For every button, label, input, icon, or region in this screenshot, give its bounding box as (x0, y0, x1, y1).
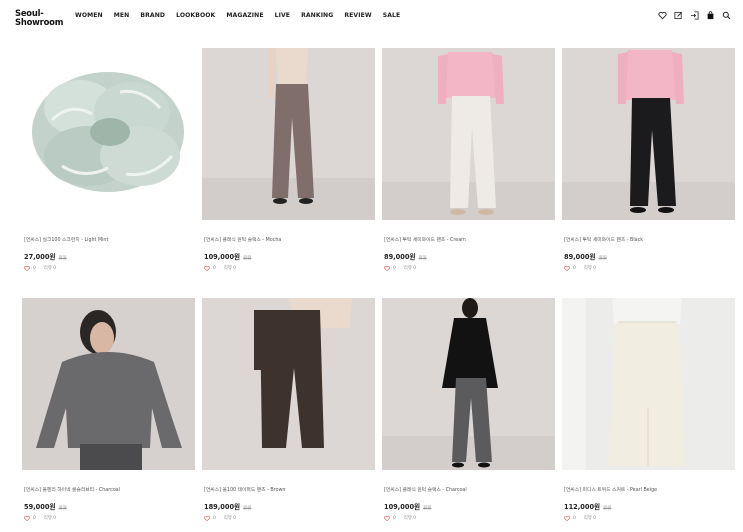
login-icon[interactable] (690, 10, 699, 20)
product-image[interactable] (382, 298, 555, 470)
like-icon[interactable] (24, 515, 30, 521)
search-icon[interactable] (722, 10, 731, 20)
nav-live[interactable]: LIVE (275, 12, 290, 19)
product-name[interactable]: [언씨스] 울헨리 하이넥 롱슬리브티 - Charcoal (24, 486, 120, 493)
original-price: 원원 (423, 506, 432, 511)
like-count: 0 (33, 515, 36, 521)
review-count: 리뷰 0 (223, 516, 237, 521)
like-count: 0 (213, 515, 216, 521)
nav-men[interactable]: MEN (114, 12, 130, 19)
review-count: 리뷰 0 (403, 516, 417, 521)
price-row: 112,000원 원원 (564, 501, 611, 511)
product-meta: 0 리뷰 0 (24, 515, 56, 521)
product-name[interactable]: [언씨스] 클래식 원턱 슬랙스 - Mocha (204, 236, 281, 243)
site-logo[interactable]: Seoul- Showroom (15, 9, 63, 27)
price-row: 89,000원 원원 (384, 251, 427, 261)
product-name[interactable]: [언씨스] 울100 테이퍼드 팬츠 - Brown (204, 486, 285, 493)
product-name[interactable]: [언씨스] 미디스 트위드 스커트 - Pearl Beige (564, 486, 657, 493)
like-icon[interactable] (204, 515, 210, 521)
review-count: 리뷰 0 (43, 266, 57, 271)
product-name[interactable]: [언씨스] 실크100 스크런치 - Light Mint (24, 236, 108, 243)
logo-line-2: Showroom (15, 17, 64, 27)
product-meta: 0 리뷰 0 (564, 515, 596, 521)
product-image[interactable] (382, 48, 555, 220)
like-count: 0 (393, 265, 396, 271)
price-row: 109,000원 원원 (204, 251, 251, 261)
original-price: 원원 (243, 256, 252, 261)
original-price: 원원 (418, 256, 427, 261)
like-icon[interactable] (564, 515, 570, 521)
like-icon[interactable] (384, 515, 390, 521)
bag-icon[interactable] (706, 10, 715, 20)
product-image[interactable] (202, 48, 375, 220)
product-meta: 0 리뷰 0 (204, 515, 236, 521)
review-count: 리뷰 0 (403, 266, 417, 271)
product-meta: 0 리뷰 0 (384, 265, 416, 271)
review-count: 리뷰 0 (223, 266, 237, 271)
product-price: 109,000원 (204, 253, 241, 261)
price-row: 89,000원 원원 (564, 251, 607, 261)
original-price: 원원 (58, 256, 67, 261)
like-count: 0 (33, 265, 36, 271)
product-price: 89,000원 (564, 253, 596, 261)
nav-sale[interactable]: SALE (383, 12, 401, 19)
original-price: 원원 (243, 506, 252, 511)
like-count: 0 (573, 515, 576, 521)
nav-lookbook[interactable]: LOOKBOOK (176, 12, 215, 19)
nav-women[interactable]: WOMEN (75, 12, 103, 19)
review-count: 리뷰 0 (43, 516, 57, 521)
product-price: 109,000원 (384, 503, 421, 511)
product-image[interactable] (562, 298, 735, 470)
main-nav: WOMEN MEN BRAND LOOKBOOK MAGAZINE LIVE R… (75, 12, 411, 19)
original-price: 원원 (603, 506, 612, 511)
nav-review[interactable]: REVIEW (344, 12, 371, 19)
product-image[interactable] (22, 298, 195, 470)
product-meta: 0 리뷰 0 (564, 265, 596, 271)
product-price: 59,000원 (24, 503, 56, 511)
nav-magazine[interactable]: MAGAZINE (226, 12, 263, 19)
like-icon[interactable] (384, 265, 390, 271)
product-name[interactable]: [언씨스] 투턱 세미와이드 팬츠 - Cream (384, 236, 466, 243)
like-count: 0 (393, 515, 396, 521)
like-count: 0 (573, 265, 576, 271)
product-meta: 0 리뷰 0 (24, 265, 56, 271)
original-price: 원원 (58, 506, 67, 511)
like-count: 0 (213, 265, 216, 271)
product-image[interactable] (562, 48, 735, 220)
product-price: 27,000원 (24, 253, 56, 261)
review-count: 리뷰 0 (583, 266, 597, 271)
product-meta: 0 리뷰 0 (384, 515, 416, 521)
header-icons (658, 10, 731, 20)
like-icon[interactable] (564, 265, 570, 271)
price-row: 109,000원 원원 (384, 501, 431, 511)
product-name[interactable]: [언씨스] 클래식 원턱 슬랙스 - Charcoal (384, 486, 467, 493)
price-row: 189,000원 원원 (204, 501, 251, 511)
nav-brand[interactable]: BRAND (140, 12, 165, 19)
edit-icon[interactable] (674, 10, 683, 20)
price-row: 27,000원 원원 (24, 251, 67, 261)
original-price: 원원 (598, 256, 607, 261)
product-meta: 0 리뷰 0 (204, 265, 236, 271)
price-row: 59,000원 원원 (24, 501, 67, 511)
nav-ranking[interactable]: RANKING (301, 12, 333, 19)
site-header: Seoul- Showroom WOMEN MEN BRAND LOOKBOOK… (0, 0, 743, 34)
product-image[interactable] (22, 48, 195, 220)
like-icon[interactable] (204, 265, 210, 271)
product-price: 112,000원 (564, 503, 601, 511)
product-price: 189,000원 (204, 503, 241, 511)
heart-icon[interactable] (658, 10, 667, 20)
product-name[interactable]: [언씨스] 투턱 세미와이드 팬츠 - Black (564, 236, 643, 243)
product-image[interactable] (202, 298, 375, 470)
like-icon[interactable] (24, 265, 30, 271)
product-price: 89,000원 (384, 253, 416, 261)
review-count: 리뷰 0 (583, 516, 597, 521)
